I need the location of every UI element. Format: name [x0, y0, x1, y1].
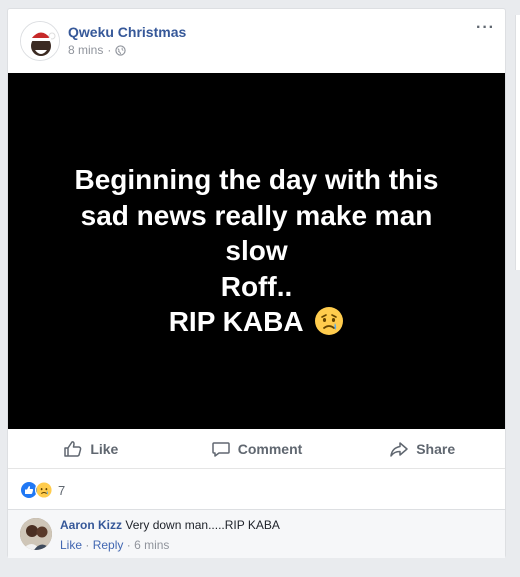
- commenter-avatar[interactable]: [20, 518, 52, 550]
- share-label: Share: [416, 440, 456, 457]
- post-card: Qweku Christmas 8 mins · ··· Beginning t…: [7, 8, 506, 558]
- share-button[interactable]: Share: [339, 429, 505, 468]
- comment-reply-link[interactable]: Reply: [93, 538, 124, 552]
- like-label: Like: [90, 440, 119, 457]
- post-media[interactable]: Beginning the day with this sad news rea…: [8, 73, 505, 429]
- post-text-line: RIP KABA: [168, 306, 303, 338]
- like-button[interactable]: Like: [8, 429, 174, 468]
- thumbs-up-mini-icon: [25, 486, 34, 494]
- globe-icon: [115, 44, 127, 56]
- comment-separator: ·: [126, 538, 131, 552]
- post-text-line: Beginning the day with this: [74, 164, 439, 196]
- sad-crying-face-emoji: [315, 307, 344, 336]
- post-text-line-last: RIP KABA: [37, 304, 477, 340]
- sad-reaction-icon: [35, 481, 53, 499]
- post-header: Qweku Christmas 8 mins · ···: [8, 9, 505, 73]
- adjacent-card-edge: [515, 15, 520, 270]
- reaction-summary[interactable]: 7: [20, 481, 65, 499]
- post-text: Beginning the day with this sad news rea…: [37, 162, 477, 340]
- post-text-line: slow: [225, 235, 288, 267]
- post-time[interactable]: 8 mins: [68, 43, 103, 57]
- author-avatar[interactable]: [20, 21, 60, 61]
- comments-section: Aaron Kizz Very down man.....RIP KABA Li…: [8, 509, 505, 558]
- comment-button[interactable]: Comment: [174, 429, 340, 468]
- comment-time[interactable]: 6 mins: [134, 538, 169, 552]
- commenter-avatar-image: [20, 518, 52, 550]
- page-footer-strip: [0, 558, 520, 577]
- comment-body: Aaron Kizz Very down man.....RIP KABA: [60, 518, 280, 532]
- comment-separator: ·: [85, 538, 90, 552]
- comment-label: Comment: [237, 440, 303, 457]
- author-name[interactable]: Qweku Christmas: [68, 24, 186, 40]
- comment-icon: [211, 441, 230, 457]
- author-avatar-image: [21, 22, 59, 60]
- post-actions: Like Comment Share: [8, 429, 505, 469]
- post-text-line: Roff..: [220, 270, 293, 302]
- meta-separator: ·: [107, 43, 112, 57]
- post-text-line: sad news really make man: [80, 199, 433, 231]
- share-icon: [390, 441, 408, 457]
- commenter-name[interactable]: Aaron Kizz: [60, 518, 122, 532]
- thumbs-up-icon: [64, 440, 82, 457]
- comment-actions: Like · Reply · 6 mins: [60, 538, 169, 552]
- more-options-icon[interactable]: ···: [476, 19, 495, 37]
- reaction-count: 7: [58, 482, 66, 498]
- comment-text: Very down man.....RIP KABA: [125, 518, 280, 532]
- comment-like-link[interactable]: Like: [60, 538, 82, 552]
- post-meta: 8 mins ·: [68, 43, 127, 57]
